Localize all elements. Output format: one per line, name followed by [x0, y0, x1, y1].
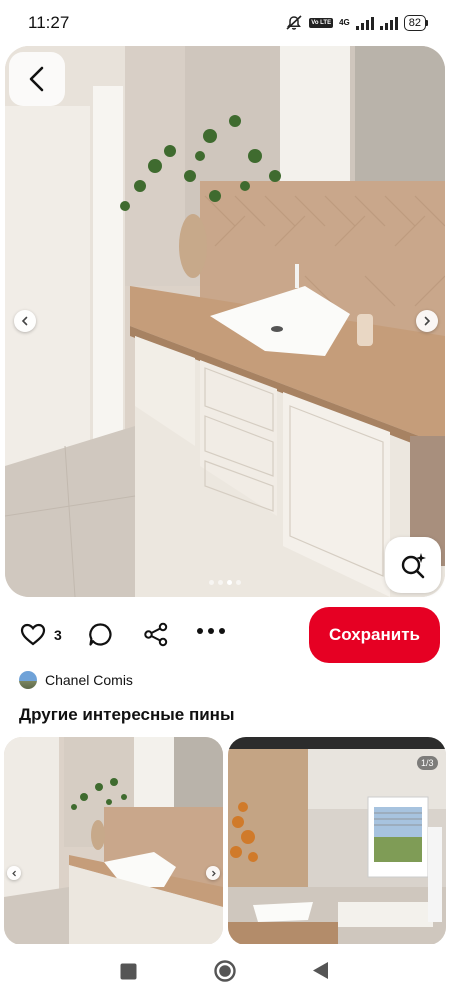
- network-indicator: 4G: [339, 19, 350, 27]
- network-type: 4G: [339, 18, 350, 27]
- triangle-back-icon: [313, 962, 328, 979]
- like-button[interactable]: 3: [20, 623, 62, 646]
- chevron-left-icon: [21, 316, 28, 326]
- author-link[interactable]: Chanel Comis: [19, 671, 133, 689]
- status-bar: 11:27 Vo LTE 4G 82: [0, 0, 450, 46]
- signal-icon-1: [355, 16, 374, 30]
- related-pin-2[interactable]: [228, 737, 446, 945]
- comment-button[interactable]: [88, 622, 113, 647]
- bathroom-photo-thumb: [4, 737, 223, 945]
- mute-icon: [286, 15, 302, 30]
- home-circle-icon: [214, 960, 236, 982]
- bathroom-photo-thumb: [228, 737, 446, 945]
- avatar: [19, 671, 37, 689]
- carousel-dot: [227, 580, 232, 585]
- carousel-dot: [218, 580, 223, 585]
- section-title: Другие интересные пины: [19, 705, 235, 724]
- image-count-badge: 1/3: [417, 756, 438, 770]
- signal-icon-2: [379, 16, 398, 30]
- status-time: 11:27: [28, 13, 70, 32]
- pin-actions: 3 Сохранить: [0, 604, 450, 666]
- carousel-prev-button[interactable]: [14, 310, 36, 332]
- share-button[interactable]: [143, 622, 169, 647]
- more-options-button[interactable]: [196, 627, 226, 635]
- save-button[interactable]: Сохранить: [309, 607, 440, 663]
- chevron-right-icon: [424, 316, 431, 326]
- visual-search-icon: [401, 553, 426, 579]
- back-button[interactable]: [9, 52, 65, 106]
- square-icon: [120, 963, 137, 980]
- share-icon: [144, 622, 168, 647]
- related-pin-1-next[interactable]: [206, 866, 220, 880]
- battery-indicator: 82: [403, 15, 428, 31]
- chevron-left-icon: [11, 870, 16, 876]
- heart-icon: [20, 623, 46, 646]
- comment-bubble-icon: [89, 623, 112, 646]
- like-count: 3: [54, 626, 62, 643]
- status-icons: Vo LTE 4G 82: [285, 15, 428, 31]
- visual-search-button[interactable]: [385, 537, 441, 593]
- home-button[interactable]: [214, 960, 236, 987]
- related-pin-1[interactable]: [4, 737, 223, 945]
- carousel-dot: [236, 580, 241, 585]
- back-nav-button[interactable]: [312, 961, 329, 985]
- chevron-right-icon: [211, 870, 216, 876]
- system-nav-bar: [0, 944, 450, 1000]
- related-pin-1-prev[interactable]: [7, 866, 21, 880]
- more-dots-icon: [197, 628, 225, 634]
- battery-level: 82: [403, 15, 426, 31]
- bathroom-photo: [5, 46, 445, 597]
- author-name: Chanel Comis: [45, 672, 133, 688]
- volte-badge: Vo LTE: [309, 18, 334, 28]
- recent-apps-button[interactable]: [120, 963, 137, 985]
- pin-image[interactable]: [5, 46, 445, 597]
- carousel-dot: [209, 580, 214, 585]
- carousel-dots: [0, 580, 450, 585]
- chevron-left-icon: [29, 66, 44, 92]
- carousel-next-button[interactable]: [416, 310, 438, 332]
